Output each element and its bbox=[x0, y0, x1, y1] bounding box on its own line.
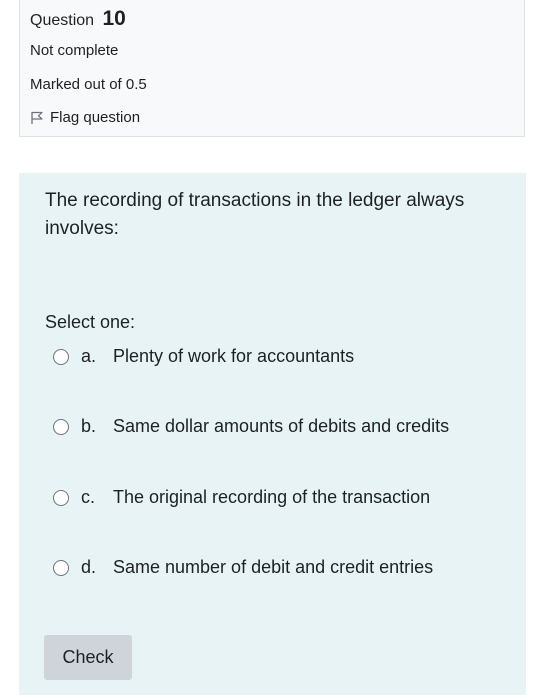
option-label: The original recording of the transactio… bbox=[113, 487, 431, 507]
flag-icon bbox=[31, 111, 43, 124]
radio-unchecked-icon[interactable] bbox=[53, 348, 69, 365]
radio-unchecked-icon[interactable] bbox=[53, 418, 69, 435]
option-label: Same number of debit and credit entries bbox=[113, 557, 434, 577]
question-text: The recording of transactions in the led… bbox=[45, 190, 465, 239]
check-button[interactable]: Check bbox=[44, 635, 132, 680]
question-grade: Marked out of 0.5 bbox=[30, 76, 147, 93]
question-state: Not complete bbox=[30, 42, 119, 59]
answer-option-a[interactable]: a. Plenty of work for accountants bbox=[53, 346, 354, 367]
radio-unchecked-icon[interactable] bbox=[53, 489, 69, 506]
option-label: Plenty of work for accountants bbox=[113, 346, 355, 366]
option-label: Same dollar amounts of debits and credit… bbox=[113, 416, 450, 436]
question-content: The recording of transactions in the led… bbox=[19, 173, 526, 695]
option-letter: b. bbox=[81, 416, 97, 436]
option-letter: a. bbox=[81, 346, 97, 366]
answer-option-b[interactable]: b. Same dollar amounts of debits and cre… bbox=[53, 416, 449, 437]
option-letter: c. bbox=[81, 487, 96, 507]
radio-unchecked-icon[interactable] bbox=[53, 559, 69, 576]
question-info-panel: Question 10 Not complete Marked out of 0… bbox=[19, 0, 525, 137]
question-number: 10 bbox=[102, 7, 126, 30]
answer-option-d[interactable]: d. Same number of debit and credit entri… bbox=[53, 557, 433, 578]
answer-prompt: Select one: bbox=[45, 312, 136, 332]
question-label: Question bbox=[30, 12, 95, 29]
flag-question-label: Flag question bbox=[50, 109, 141, 126]
option-letter: d. bbox=[81, 557, 97, 577]
answer-option-c[interactable]: c. The original recording of the transac… bbox=[53, 487, 430, 508]
question-title: Question 10 bbox=[30, 7, 126, 31]
flag-question-link[interactable]: Flag question bbox=[30, 109, 140, 126]
